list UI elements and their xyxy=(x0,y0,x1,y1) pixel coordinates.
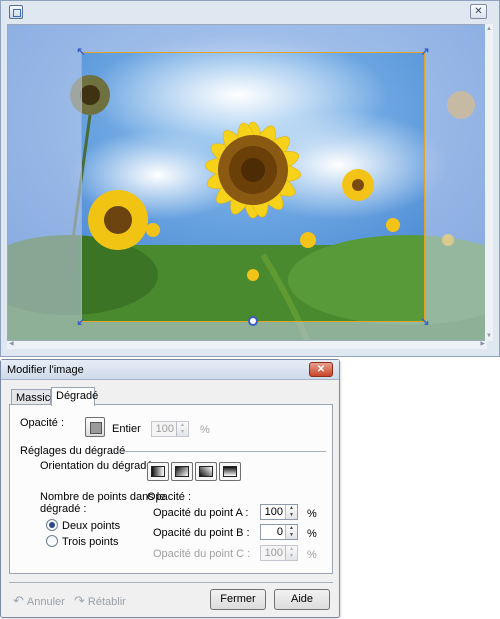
two-points-radio[interactable] xyxy=(46,519,58,531)
crop-rectangle[interactable] xyxy=(81,52,425,322)
opacity-value: 100 xyxy=(155,423,174,435)
gradient-diagonal-down-icon[interactable] xyxy=(171,462,193,481)
scroll-down-icon[interactable]: ▼ xyxy=(485,333,493,339)
opacity-mode-button[interactable] xyxy=(85,417,105,437)
scroll-right-icon[interactable]: ▶ xyxy=(480,340,485,347)
undo-label: Annuler xyxy=(26,596,65,608)
three-points-radio[interactable] xyxy=(46,535,58,547)
point-b-label: Opacité du point B : xyxy=(153,527,250,539)
dialog-close-button[interactable]: ✕ xyxy=(309,362,333,377)
two-points-label[interactable]: Deux points xyxy=(62,520,120,532)
section-divider xyxy=(116,451,326,452)
crop-handle-bottom-left-icon[interactable]: ↙ xyxy=(75,316,87,328)
spinner-arrows-icon: ▲ ▼ xyxy=(285,546,297,560)
dialog-title: Modifier l'image xyxy=(7,364,84,376)
tab-degrade[interactable]: Dégradé xyxy=(51,387,98,406)
footer-divider xyxy=(9,582,333,583)
redo-label: Rétablir xyxy=(87,596,126,608)
app-window-icon xyxy=(9,5,23,19)
point-a-label: Opacité du point A : xyxy=(153,507,249,519)
point-b-spinner[interactable]: 0 ▲ ▼ xyxy=(260,524,298,540)
spinner-arrows-icon: ▲ ▼ xyxy=(176,422,188,436)
help-button[interactable]: Aide xyxy=(274,589,330,610)
gradient-top-bottom-icon[interactable] xyxy=(219,462,241,481)
gradient-orientation-label: Orientation du dégradé : xyxy=(40,460,159,472)
horizontal-scrollbar[interactable]: ◀ ▶ xyxy=(7,341,487,349)
opacity-spinner: 100 ▲ ▼ xyxy=(151,421,189,437)
crop-handle-top-left-icon[interactable]: ↖ xyxy=(75,46,87,58)
gradient-settings-label: Réglages du dégradé xyxy=(20,445,126,457)
point-c-unit: % xyxy=(307,549,317,561)
image-editor-window: ✕ ↖ ↗ ↙ ↘ ▲ ▼ ◀ ▶ xyxy=(0,0,500,357)
undo-button[interactable]: ↶ Annuler xyxy=(13,593,65,609)
gradient-diagonal-up-icon[interactable] xyxy=(195,462,217,481)
spinner-arrows-icon[interactable]: ▲ ▼ xyxy=(285,525,297,539)
opacity-unit: % xyxy=(200,424,210,436)
modify-image-dialog: Modifier l'image ✕ Massicot Dégradé Opac… xyxy=(0,359,340,618)
crop-handle-bottom-center-icon[interactable] xyxy=(248,316,258,326)
scroll-left-icon[interactable]: ◀ xyxy=(9,340,14,347)
redo-icon: ↷ xyxy=(74,593,85,608)
point-c-label: Opacité du point C : xyxy=(153,548,251,560)
editor-titlebar: ✕ xyxy=(1,1,499,23)
dialog-titlebar: Modifier l'image ✕ xyxy=(1,360,339,380)
gradient-left-right-icon[interactable] xyxy=(147,462,169,481)
undo-icon: ↶ xyxy=(13,593,24,608)
vertical-scrollbar[interactable]: ▲ ▼ xyxy=(485,24,493,341)
close-button[interactable]: Fermer xyxy=(210,589,266,610)
three-points-label[interactable]: Trois points xyxy=(62,536,118,548)
point-b-value[interactable]: 0 xyxy=(277,526,283,538)
opacity-mode-label: Entier xyxy=(112,423,141,435)
redo-button[interactable]: ↷ Rétablir xyxy=(74,593,126,609)
point-c-value: 100 xyxy=(264,547,283,559)
spinner-arrows-icon[interactable]: ▲ ▼ xyxy=(285,505,297,519)
point-c-spinner: 100 ▲ ▼ xyxy=(260,545,298,561)
opacity-label: Opacité : xyxy=(20,417,65,429)
scroll-up-icon[interactable]: ▲ xyxy=(485,26,493,32)
point-a-spinner[interactable]: 100 ▲ ▼ xyxy=(260,504,298,520)
crop-handle-top-right-icon[interactable]: ↗ xyxy=(419,46,431,58)
crop-handle-bottom-right-icon[interactable]: ↘ xyxy=(419,316,431,328)
degrade-tab-panel: Opacité : Entier 100 ▲ ▼ % Réglages du dé… xyxy=(9,404,333,574)
point-a-unit: % xyxy=(307,508,317,520)
image-canvas[interactable]: ↖ ↗ ↙ ↘ xyxy=(7,24,487,341)
close-icon[interactable]: ✕ xyxy=(470,4,487,19)
point-a-value[interactable]: 100 xyxy=(265,506,283,518)
tab-massicot[interactable]: Massicot xyxy=(11,389,59,405)
point-opacity-header: Opacité : xyxy=(147,491,192,503)
point-b-unit: % xyxy=(307,528,317,540)
points-count-label-line2: dégradé : xyxy=(40,503,87,515)
